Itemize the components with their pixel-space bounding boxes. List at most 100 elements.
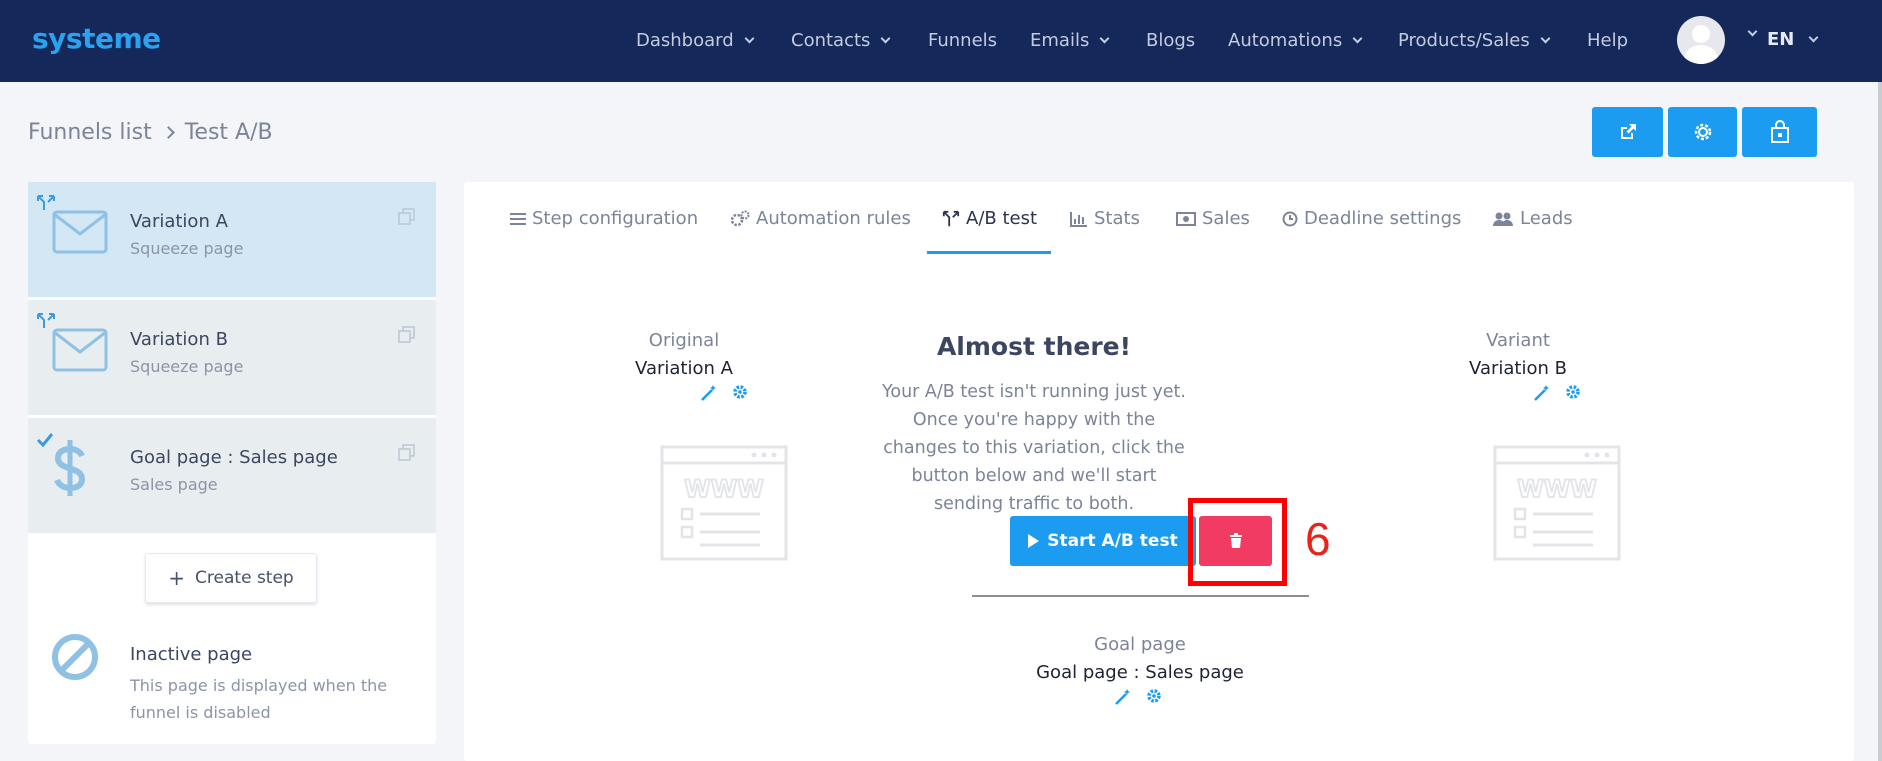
tab-label: Stats <box>1094 208 1140 229</box>
highlight-box <box>1188 498 1287 586</box>
nav-emails[interactable]: Emails <box>1030 30 1110 51</box>
logo[interactable]: systeme <box>32 22 161 55</box>
chevron-down-icon <box>744 33 755 43</box>
users-icon <box>1493 212 1513 226</box>
tab-label: Automation rules <box>756 208 911 229</box>
step-goal-page[interactable]: Goal page : Sales page Sales page <box>28 418 436 533</box>
nav-funnels[interactable]: Funnels <box>928 30 997 51</box>
start-ab-test-button[interactable]: Start A/B test <box>1010 516 1196 566</box>
step-annotation-number: 6 <box>1305 513 1331 565</box>
inactive-page-description: This page is displayed when the funnel i… <box>130 676 388 722</box>
funnel-steps-sidebar: Variation A Squeeze page Variation B Squ… <box>28 182 436 744</box>
nav-label: Funnels <box>928 30 998 51</box>
magic-wand-icon[interactable] <box>1114 688 1132 706</box>
nav-label: Products/Sales <box>1398 30 1530 51</box>
plus-icon: + <box>168 566 186 590</box>
tab-bar: Step configuration Automation rules A/B … <box>464 182 1854 254</box>
tab-label: A/B test <box>966 208 1038 229</box>
webpage-preview-icon: WWW <box>1493 445 1621 561</box>
tab-automation-rules[interactable]: Automation rules <box>730 208 911 229</box>
tab-ab-test[interactable]: A/B test <box>942 208 1037 229</box>
variant-page-name: Variation B <box>1469 358 1567 379</box>
ab-status-explanation: Your A/B test isn't running just yet. On… <box>882 382 1186 514</box>
step-variation-a[interactable]: Variation A Squeeze page <box>28 182 436 297</box>
funnel-products-button[interactable] <box>1742 107 1817 157</box>
nav-contacts[interactable]: Contacts <box>791 30 891 51</box>
money-icon <box>1176 211 1196 226</box>
nav-label: Help <box>1587 30 1629 51</box>
open-funnel-button[interactable] <box>1592 107 1663 157</box>
tab-stats[interactable]: Stats <box>1070 208 1140 229</box>
split-icon <box>942 210 960 226</box>
envelope-icon <box>52 210 108 254</box>
nav-label: Emails <box>1030 30 1090 51</box>
divider <box>972 595 1309 597</box>
top-navbar: systeme Dashboard Contacts Funnels Email… <box>0 0 1882 82</box>
chevron-down-icon <box>1352 33 1363 43</box>
copy-icon[interactable] <box>398 444 416 462</box>
breadcrumb: Funnels list Test A/B <box>28 120 273 145</box>
nav-label: Automations <box>1228 30 1343 51</box>
chevron-down-icon <box>1099 33 1110 43</box>
tab-label: Sales <box>1202 208 1250 229</box>
tab-label: Step configuration <box>532 208 699 229</box>
ban-icon <box>52 634 98 680</box>
gear-icon[interactable] <box>732 384 748 400</box>
tab-label: Deadline settings <box>1304 208 1462 229</box>
funnel-settings-button[interactable] <box>1668 107 1737 157</box>
nav-label: Contacts <box>791 30 871 51</box>
inactive-page-step[interactable]: Inactive page This page is displayed whe… <box>28 632 436 744</box>
language-label: EN <box>1767 29 1795 50</box>
scrollbar[interactable] <box>1878 82 1882 761</box>
gear-icon <box>1694 123 1711 141</box>
svg-text:WWW: WWW <box>684 475 763 503</box>
step-subtitle: Sales page <box>130 475 218 494</box>
chevron-down-icon <box>1808 32 1819 42</box>
magic-wand-icon[interactable] <box>1533 384 1551 402</box>
copy-icon[interactable] <box>398 326 416 344</box>
copy-icon[interactable] <box>398 208 416 226</box>
gears-icon <box>730 210 750 226</box>
create-step-label: Create step <box>195 568 294 588</box>
active-tab-indicator <box>927 251 1051 254</box>
chevron-down-icon[interactable] <box>1747 26 1758 37</box>
variant-label: Variant <box>1486 330 1550 351</box>
gear-icon[interactable] <box>1146 688 1162 704</box>
original-label: Original <box>648 330 720 351</box>
nav-help[interactable]: Help <box>1587 30 1628 51</box>
chevron-right-icon <box>161 126 175 139</box>
nav-label: Dashboard <box>636 30 734 51</box>
nav-dashboard[interactable]: Dashboard <box>636 30 755 51</box>
tab-leads[interactable]: Leads <box>1492 208 1573 229</box>
step-panel: Step configuration Automation rules A/B … <box>464 182 1854 761</box>
create-step-button[interactable]: + Create step <box>145 553 317 603</box>
svg-text:WWW: WWW <box>1517 475 1596 503</box>
play-icon <box>1028 534 1040 548</box>
step-variation-b[interactable]: Variation B Squeeze page <box>28 300 436 415</box>
magic-wand-icon[interactable] <box>700 384 718 402</box>
gear-icon[interactable] <box>1565 384 1581 400</box>
nav-products-sales[interactable]: Products/Sales <box>1398 30 1551 51</box>
tab-step-configuration[interactable]: Step configuration <box>510 208 698 229</box>
tab-label: Leads <box>1520 208 1573 229</box>
shopping-bag-icon <box>1770 120 1789 143</box>
envelope-icon <box>52 328 108 372</box>
breadcrumb-funnels-list[interactable]: Funnels list <box>28 120 152 145</box>
bar-chart-icon <box>1070 211 1087 227</box>
dollar-icon <box>54 440 86 496</box>
tab-sales[interactable]: Sales <box>1176 208 1250 229</box>
goal-page-label: Goal page <box>1094 634 1186 655</box>
step-subtitle: Squeeze page <box>130 239 244 258</box>
step-title: Variation B <box>130 329 228 350</box>
tab-deadline-settings[interactable]: Deadline settings <box>1282 208 1461 229</box>
inactive-page-title: Inactive page <box>130 644 253 665</box>
nav-automations[interactable]: Automations <box>1228 30 1363 51</box>
language-selector[interactable]: EN <box>1767 29 1819 50</box>
avatar[interactable] <box>1677 16 1725 64</box>
external-link-icon <box>1620 124 1636 139</box>
step-title: Goal page : Sales page <box>130 447 338 468</box>
nav-blogs[interactable]: Blogs <box>1146 30 1195 51</box>
start-ab-test-label: Start A/B test <box>1047 531 1178 551</box>
goal-page-name: Goal page : Sales page <box>1036 662 1244 683</box>
webpage-preview-icon: WWW <box>660 445 788 561</box>
